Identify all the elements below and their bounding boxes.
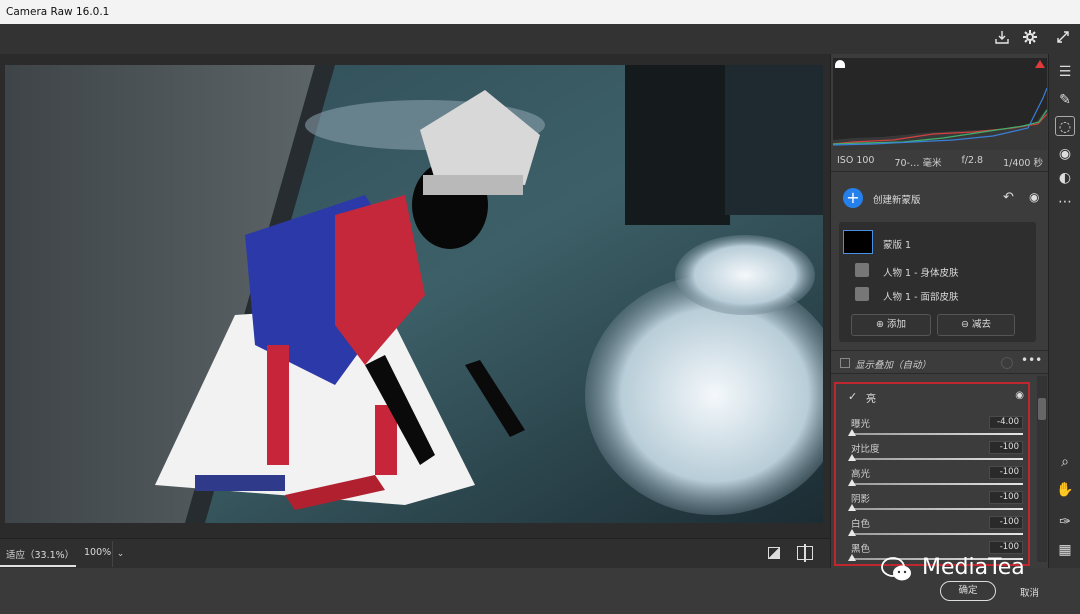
mask-component[interactable]: 人物 1 - 面部皮肤 [839, 284, 1036, 306]
overlay-color-icon[interactable] [1001, 357, 1013, 369]
collapse-chevron-icon[interactable]: ✓ [848, 390, 857, 403]
subtract-mask-icon: ⊖ [961, 319, 972, 330]
slider-thumb[interactable] [848, 479, 856, 486]
slider-track[interactable] [851, 508, 1023, 510]
brush-icon[interactable]: ✎ [1055, 90, 1075, 110]
cancel-button[interactable]: 取消 [1020, 585, 1039, 599]
visibility-eye-icon[interactable]: ◉ [1029, 190, 1039, 204]
eyedropper-icon[interactable]: ✑ [1055, 512, 1075, 532]
slider-label: 曝光 [851, 419, 871, 430]
fit-zoom-button[interactable]: 适应（33.1%） [6, 547, 74, 561]
slider-thumb[interactable] [848, 429, 856, 436]
mask-item[interactable]: 蒙版 1 [839, 228, 1036, 256]
view-bar: 适应（33.1%） 100% ⌄ [0, 538, 830, 568]
subtract-mask-button[interactable]: ⊖ 减去 [937, 314, 1015, 336]
slider-value[interactable]: -100 [989, 466, 1023, 479]
slider-label: 对比度 [851, 444, 880, 455]
add-mask-icon: ⊕ [876, 319, 887, 330]
mask-thumbnail [843, 230, 873, 254]
contrast-slider[interactable]: 对比度 -100 [848, 441, 1023, 466]
overlay-label: 显示叠加（自动） [855, 360, 932, 371]
fullscreen-icon[interactable] [1053, 29, 1073, 49]
exif-lens: 70-… 毫米 [894, 158, 942, 169]
image-canvas [0, 54, 830, 538]
slider-track[interactable] [851, 433, 1023, 435]
slider-track[interactable] [851, 533, 1023, 535]
exif-info: ISO 100 70-… 毫米 f/2.8 1/400 秒 [831, 150, 1049, 172]
crop-view-icon[interactable] [768, 547, 780, 559]
component-label: 人物 1 - 面部皮肤 [883, 292, 959, 303]
watermark-text: MediaTea [922, 555, 1025, 580]
more-icon[interactable]: ⋯ [1055, 192, 1075, 212]
slider-value[interactable]: -100 [989, 441, 1023, 454]
whites-slider[interactable]: 白色 -100 [848, 516, 1023, 541]
highlight-clipping-icon[interactable] [1035, 60, 1045, 68]
mask-list: 蒙版 1 人物 1 - 身体皮肤 人物 1 - 面部皮肤 ⊕ 添加 ⊖ 减去 [839, 222, 1036, 342]
sliders-icon[interactable]: ☰ [1055, 62, 1075, 82]
person-icon [855, 263, 869, 277]
slider-thumb[interactable] [848, 454, 856, 461]
zoom-100-button[interactable]: 100% [84, 547, 111, 558]
save-icon[interactable] [992, 29, 1012, 49]
person-icon [855, 287, 869, 301]
mask-header: + 创建新蒙版 ↶ ◉ [831, 178, 1049, 218]
overlay-toggle-row: 显示叠加（自动） ••• [831, 350, 1049, 374]
add-mask-label: 添加 [886, 319, 906, 330]
exposure-slider[interactable]: 曝光 -4.00 [848, 416, 1023, 441]
light-section: ✓ 亮 ◉ 曝光 -4.00 对比度 -100 高光 -100 阴影 -100 [834, 382, 1030, 566]
exif-aperture: f/2.8 [961, 155, 984, 166]
ok-button[interactable]: 确定 [940, 581, 996, 601]
hand-icon[interactable]: ✋ [1055, 480, 1075, 500]
undo-icon[interactable]: ↶ [1003, 190, 1014, 205]
component-label: 人物 1 - 身体皮肤 [883, 268, 959, 279]
mask-name: 蒙版 1 [883, 240, 912, 251]
slider-label: 高光 [851, 469, 871, 480]
window-title: Camera Raw 16.0.1 [0, 0, 1080, 24]
slider-value[interactable]: -100 [989, 541, 1023, 554]
create-mask-label[interactable]: 创建新蒙版 [873, 192, 921, 206]
exif-iso: ISO 100 [837, 155, 875, 166]
zoom-icon[interactable]: ⌕ [1055, 452, 1075, 472]
more-options-icon[interactable]: ••• [1021, 353, 1042, 367]
wechat-icon [880, 556, 914, 584]
footer-bar: MediaTea 确定 取消 [0, 555, 1080, 614]
scrollbar-thumb[interactable] [1038, 398, 1046, 420]
overlay-checkbox[interactable] [840, 358, 850, 368]
presets-icon[interactable]: ◐ [1055, 168, 1075, 188]
section-title[interactable]: 亮 [866, 390, 876, 405]
slider-thumb[interactable] [848, 554, 856, 561]
highlights-slider[interactable]: 高光 -100 [848, 466, 1023, 491]
edit-panel: ISO 100 70-… 毫米 f/2.8 1/400 秒 + 创建新蒙版 ↶ … [830, 54, 1049, 568]
mask-component[interactable]: 人物 1 - 身体皮肤 [839, 260, 1036, 282]
slider-label: 白色 [851, 519, 871, 530]
panel-scrollbar[interactable] [1037, 376, 1047, 562]
photo-preview[interactable] [5, 65, 823, 523]
section-eye-icon[interactable]: ◉ [1015, 390, 1024, 401]
top-toolbar [0, 24, 1080, 54]
grid-icon[interactable]: ▦ [1055, 540, 1075, 560]
slider-value[interactable]: -100 [989, 516, 1023, 529]
create-mask-button[interactable]: + [843, 188, 863, 208]
mask-icon[interactable]: ◌ [1055, 116, 1075, 136]
subtract-mask-label: 减去 [971, 319, 991, 330]
zoom-dropdown-icon[interactable]: ⌄ [112, 541, 128, 567]
exif-shutter: 1/400 秒 [1003, 158, 1043, 169]
slider-track[interactable] [851, 458, 1023, 460]
before-after-icon[interactable] [797, 544, 813, 562]
redeye-icon[interactable]: ◉ [1055, 144, 1075, 164]
tool-strip: ☰ ✎ ◌ ◉ ◐ ⋯ ⌕ ✋ ✑ ▦ [1048, 54, 1080, 568]
shadow-clipping-icon[interactable] [835, 60, 845, 68]
gear-icon[interactable] [1020, 29, 1040, 49]
slider-label: 阴影 [851, 494, 871, 505]
histogram [832, 58, 1048, 150]
slider-value[interactable]: -100 [989, 491, 1023, 504]
add-mask-button[interactable]: ⊕ 添加 [851, 314, 931, 336]
slider-label: 黑色 [851, 544, 871, 555]
slider-value[interactable]: -4.00 [989, 416, 1023, 429]
shadows-slider[interactable]: 阴影 -100 [848, 491, 1023, 516]
slider-track[interactable] [851, 483, 1023, 485]
slider-thumb[interactable] [848, 529, 856, 536]
fit-active-indicator [0, 565, 76, 567]
slider-thumb[interactable] [848, 504, 856, 511]
